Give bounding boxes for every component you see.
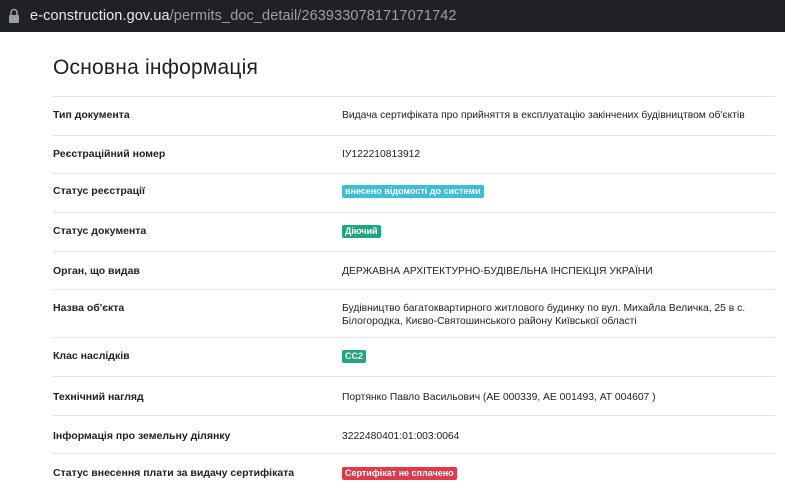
status-badge: внесено відомості до системи: [342, 185, 484, 198]
row-label: Статус реєстрації: [53, 185, 145, 197]
row-label: Інформація про земельну ділянку: [53, 430, 231, 442]
browser-address-bar[interactable]: e-construction.gov.ua/permits_doc_detail…: [0, 0, 785, 32]
info-row-document-type: Тип документа Видача сертифіката про при…: [53, 96, 775, 135]
info-row-technical-supervision: Технічний нагляд Портянко Павло Васильов…: [53, 376, 775, 415]
row-value: ІУ122210813912: [342, 149, 421, 160]
row-value: СС2: [342, 350, 772, 363]
row-value: Сертифікат не сплачено: [342, 467, 772, 480]
url-path: /permits_doc_detail/2639330781717071742: [169, 8, 457, 24]
row-value: Портянко Павло Васильович (АЕ 000339, АЕ…: [342, 392, 656, 403]
row-value: Будівництво багатоквартирного житлового …: [342, 303, 746, 327]
url-text[interactable]: e-construction.gov.ua/permits_doc_detail…: [30, 8, 457, 24]
row-value: ДЕРЖАВНА АРХІТЕКТУРНО-БУДІВЕЛЬНА ІНСПЕКЦ…: [342, 266, 653, 277]
row-label: Статус документа: [53, 225, 147, 237]
row-label: Клас наслідків: [53, 350, 130, 362]
info-row-registration-number: Реєстраційний номер ІУ122210813912: [53, 135, 775, 173]
info-row-document-status: Статус документа Діючий: [53, 212, 775, 251]
row-value: Діючий: [342, 225, 772, 238]
row-label: Орган, що видав: [53, 265, 140, 277]
lock-icon: [8, 8, 20, 24]
row-label: Технічний нагляд: [53, 391, 144, 403]
row-label: Назва об'єкта: [53, 302, 125, 314]
status-badge: СС2: [342, 350, 367, 363]
row-value: 3222480401:01:003:0064: [342, 431, 460, 442]
info-row-object-name: Назва об'єкта Будівництво багатоквартирн…: [53, 289, 775, 337]
row-value: внесено відомості до системи: [342, 185, 772, 198]
row-label: Реєстраційний номер: [53, 148, 166, 160]
info-row-payment-status: Статус внесення плати за видачу сертифік…: [53, 453, 775, 488]
page-title: Основна інформація: [53, 56, 259, 79]
row-label: Статус внесення плати за видачу сертифік…: [53, 467, 295, 479]
row-label: Тип документа: [53, 109, 130, 121]
info-row-registration-status: Статус реєстрації внесено відомості до с…: [53, 173, 775, 212]
row-value: Видача сертифіката про прийняття в експл…: [342, 110, 745, 121]
info-row-land-plot: Інформація про земельну ділянку 32224804…: [53, 415, 775, 453]
status-badge: Сертифікат не сплачено: [342, 467, 457, 480]
info-row-consequence-class: Клас наслідків СС2: [53, 337, 775, 376]
status-badge: Діючий: [342, 225, 381, 238]
info-row-issuing-authority: Орган, що видав ДЕРЖАВНА АРХІТЕКТУРНО-БУ…: [53, 251, 775, 289]
url-host: e-construction.gov.ua: [30, 8, 170, 24]
